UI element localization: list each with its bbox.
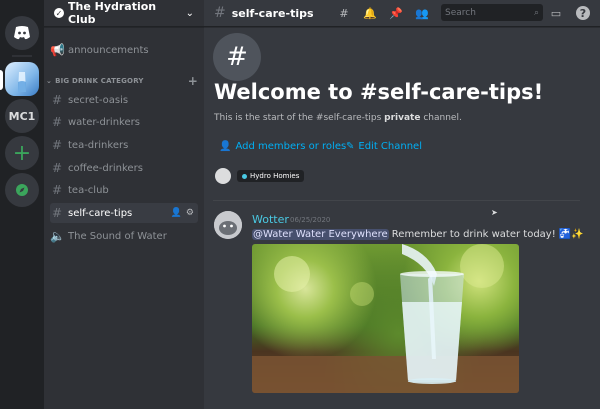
- role-color-dot: [242, 173, 247, 179]
- server-name: The Hydration Club: [68, 0, 157, 26]
- channel-topbar: # self-care-tips # 🔔 📌 👥 ⌕ ▭ ?: [204, 0, 600, 27]
- description-bold: private: [384, 113, 421, 123]
- hash-icon: #: [51, 183, 63, 197]
- channel-label: water-drinkers: [68, 116, 140, 128]
- mouse-cursor: ➤: [491, 208, 498, 217]
- add-member-icon: 👤: [219, 141, 232, 152]
- locked-hash-icon: #: [51, 93, 63, 107]
- channel-label: secret-oasis: [68, 94, 129, 106]
- channel-label: self-care-tips: [68, 207, 133, 219]
- inbox-icon[interactable]: ▭: [549, 6, 563, 20]
- channel-announcements[interactable]: 📢 announcements: [50, 40, 198, 60]
- message-text: Remember to drink water today! 🚰✨: [388, 229, 584, 240]
- add-members-label: Add members or roles: [235, 141, 347, 152]
- search-box[interactable]: ⌕: [441, 4, 543, 21]
- add-server-icon[interactable]: +: [5, 136, 39, 170]
- message-timestamp: 06/25/2020: [290, 216, 331, 224]
- megaphone-icon: 📢: [50, 43, 65, 57]
- selected-server-indicator: [0, 70, 3, 90]
- help-icon[interactable]: ?: [576, 6, 590, 20]
- locked-hash-icon: #: [214, 5, 226, 21]
- description-prefix: This is the start of the #self-care-tips: [214, 113, 385, 123]
- channel-water-drinkers[interactable]: # water-drinkers: [50, 112, 198, 132]
- server-list: MC1 +: [0, 0, 44, 409]
- hash-icon: #: [51, 138, 63, 152]
- role-tag[interactable]: Hydro Homies: [237, 170, 305, 182]
- channel-hash-lock-icon: #: [213, 33, 261, 81]
- mc1-server-icon[interactable]: MC1: [5, 99, 39, 133]
- pin-icon[interactable]: 📌: [389, 6, 403, 20]
- search-input[interactable]: [445, 7, 525, 18]
- search-icon: ⌕: [533, 7, 539, 18]
- discord-home-icon[interactable]: [5, 16, 39, 50]
- channel-tea-drinkers[interactable]: # tea-drinkers: [50, 135, 198, 155]
- welcome-description: This is the start of the #self-care-tips…: [214, 113, 462, 123]
- avatar[interactable]: [214, 211, 242, 239]
- server-header[interactable]: ✓ The Hydration Club ⌄: [44, 0, 204, 27]
- guild-separator: [12, 55, 32, 57]
- hash-icon: #: [51, 161, 63, 175]
- hash-icon: #: [51, 115, 63, 129]
- hydration-club-server-icon[interactable]: [5, 62, 39, 96]
- add-channel-icon[interactable]: +: [188, 74, 198, 88]
- voice-speaker-icon: 🔈: [50, 229, 65, 243]
- category-label: BIG DRINK CATEGORY: [55, 77, 144, 85]
- threads-icon[interactable]: #: [337, 6, 351, 20]
- channel-title: self-care-tips: [231, 6, 314, 20]
- pencil-icon: ✎: [346, 141, 355, 152]
- message-content: @Water Water Everywhere Remember to drin…: [252, 229, 584, 240]
- invite-icon[interactable]: 👤: [171, 208, 182, 218]
- channel-sidebar: ✓ The Hydration Club ⌄ 📢 announcements ⌄…: [44, 0, 204, 409]
- explore-servers-icon[interactable]: [5, 173, 39, 207]
- channel-the-sound-of-water[interactable]: 🔈 The Sound of Water: [50, 226, 198, 246]
- channel-label: The Sound of Water: [68, 230, 167, 242]
- chevron-down-icon[interactable]: ⌄: [186, 8, 194, 19]
- channel-tea-club[interactable]: # tea-club: [50, 180, 198, 200]
- verified-check-icon: ✓: [54, 8, 64, 18]
- member-list-icon[interactable]: 👥: [415, 6, 429, 20]
- chevron-down-icon: ⌄: [46, 77, 53, 85]
- divider: [213, 200, 580, 201]
- channel-label: tea-drinkers: [68, 139, 129, 151]
- role-name: Hydro Homies: [250, 172, 300, 180]
- message-image-attachment[interactable]: [252, 244, 519, 393]
- description-suffix: channel.: [420, 113, 462, 123]
- message-author[interactable]: Wotter: [252, 213, 289, 226]
- channel-label: announcements: [68, 44, 149, 56]
- system-message: Hydro Homies: [215, 168, 305, 184]
- gear-icon[interactable]: ⚙: [186, 208, 194, 218]
- add-members-button[interactable]: 👤 Add members or roles: [219, 141, 346, 152]
- channel-secret-oasis[interactable]: # secret-oasis: [50, 90, 198, 110]
- channel-label: tea-club: [68, 184, 109, 196]
- locked-hash-icon: #: [51, 206, 63, 220]
- bell-icon[interactable]: 🔔: [363, 6, 377, 20]
- user-mention[interactable]: @Water Water Everywhere: [252, 229, 389, 240]
- channel-self-care-tips[interactable]: # self-care-tips 👤 ⚙: [50, 203, 198, 223]
- edit-channel-button[interactable]: ✎ Edit Channel: [346, 141, 422, 152]
- category-header[interactable]: ⌄ BIG DRINK CATEGORY +: [46, 74, 198, 88]
- channel-label: coffee-drinkers: [68, 162, 143, 174]
- edit-channel-label: Edit Channel: [358, 141, 422, 152]
- channel-coffee-drinkers[interactable]: # coffee-drinkers: [50, 158, 198, 178]
- welcome-title: Welcome to #self-care-tips!: [214, 80, 544, 104]
- avatar[interactable]: [215, 168, 231, 184]
